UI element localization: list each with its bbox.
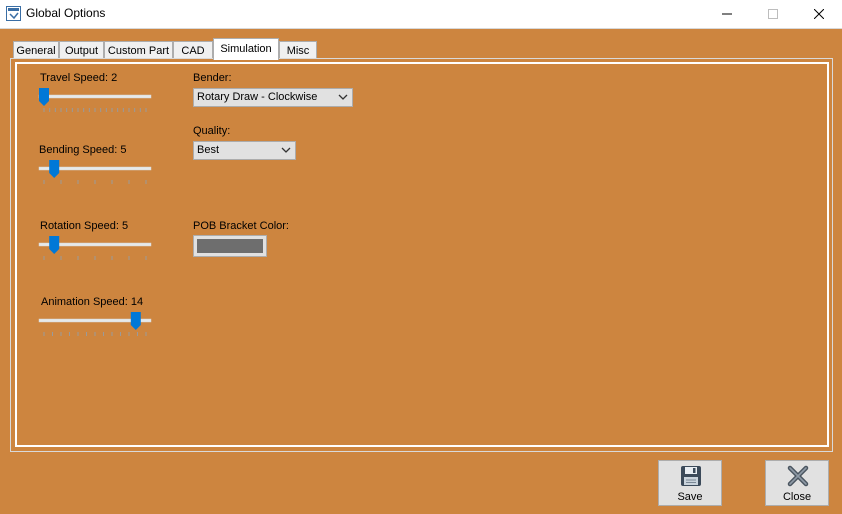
animation-speed-slider[interactable] — [37, 312, 153, 346]
close-icon — [814, 9, 824, 19]
travel-speed-label: Travel Speed: 2 — [40, 72, 117, 84]
rotation-speed-slider[interactable] — [37, 236, 153, 270]
global-options-window: Global Options General Output Custom Par… — [0, 0, 842, 514]
close-x-icon — [786, 464, 810, 488]
floppy-disk-icon — [679, 464, 703, 488]
tab-output[interactable]: Output — [59, 41, 104, 59]
title-bar: Global Options — [0, 0, 842, 29]
color-preview — [197, 239, 263, 253]
bending-speed-label: Bending Speed: 5 — [39, 144, 126, 156]
slider-thumb[interactable] — [131, 312, 141, 330]
bender-value: Rotary Draw - Clockwise — [197, 91, 317, 103]
bender-dropdown[interactable]: Rotary Draw - Clockwise — [193, 88, 353, 107]
chevron-down-icon — [338, 94, 348, 101]
bender-label: Bender: — [193, 72, 232, 84]
minimize-button[interactable] — [704, 0, 750, 28]
quality-value: Best — [197, 144, 219, 156]
pob-bracket-color-label: POB Bracket Color: — [193, 220, 289, 232]
close-label: Close — [766, 491, 828, 503]
window-title: Global Options — [26, 6, 105, 20]
tab-general[interactable]: General — [13, 41, 59, 59]
slider-thumb[interactable] — [39, 88, 49, 106]
slider-track — [39, 95, 151, 98]
minimize-icon — [722, 9, 732, 19]
tab-simulation[interactable]: Simulation — [213, 38, 279, 60]
quality-label: Quality: — [193, 125, 230, 137]
rotation-speed-label: Rotation Speed: 5 — [40, 220, 128, 232]
app-icon — [6, 6, 21, 21]
maximize-button[interactable] — [750, 0, 796, 28]
pob-bracket-color-button[interactable] — [193, 235, 267, 257]
tab-misc[interactable]: Misc — [279, 41, 317, 59]
tab-cad[interactable]: CAD — [173, 41, 213, 59]
close-button[interactable]: Close — [765, 460, 829, 506]
tab-custom-part[interactable]: Custom Part — [104, 41, 173, 59]
slider-thumb[interactable] — [49, 236, 59, 254]
bending-speed-slider[interactable] — [37, 160, 153, 194]
close-window-button[interactable] — [796, 0, 842, 28]
save-label: Save — [659, 491, 721, 503]
animation-speed-label: Animation Speed: 14 — [41, 296, 143, 308]
save-button[interactable]: Save — [658, 460, 722, 506]
chevron-down-icon — [281, 147, 291, 154]
quality-dropdown[interactable]: Best — [193, 141, 296, 160]
travel-speed-slider[interactable] — [37, 88, 153, 122]
slider-thumb[interactable] — [49, 160, 59, 178]
maximize-icon — [768, 9, 778, 19]
